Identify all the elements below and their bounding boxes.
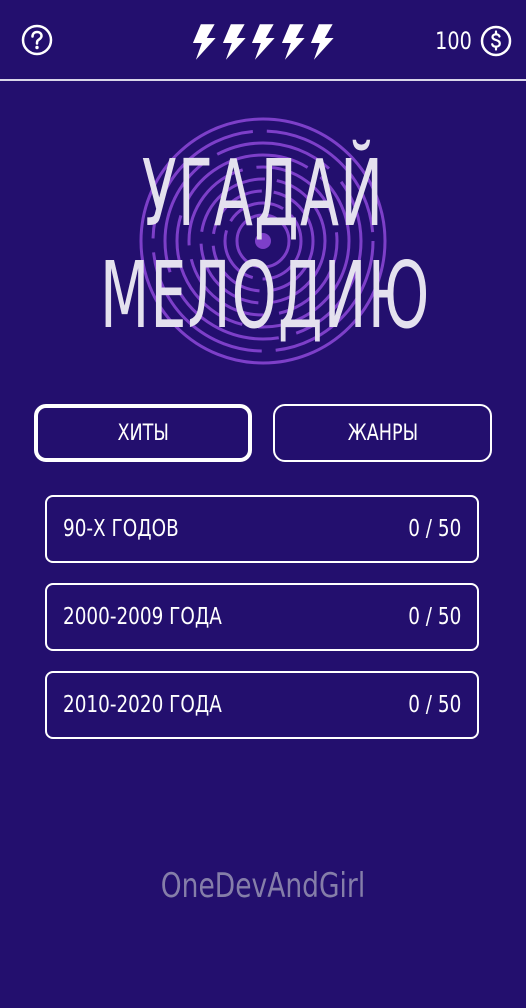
title-line-1: УГАДАЙ xyxy=(141,140,385,247)
category-progress: 0 / 50 xyxy=(407,516,461,542)
lightning-bolt-icon xyxy=(281,24,305,60)
title-line-2: МЕЛОДИЮ xyxy=(99,242,431,349)
lightning-bolt-icon xyxy=(222,24,246,60)
category-progress: 0 / 50 xyxy=(407,692,461,718)
question-circle-icon xyxy=(21,24,53,56)
category-90s[interactable]: 90-Х ГОДОВ 0 / 50 xyxy=(45,495,479,563)
category-label: 90-Х ГОДОВ xyxy=(63,516,179,542)
developer-credit[interactable]: OneDevAndGirl xyxy=(58,866,468,906)
tab-hits[interactable]: ХИТЫ xyxy=(34,404,252,462)
category-2010s[interactable]: 2010-2020 ГОДА 0 / 50 xyxy=(45,671,479,739)
help-button[interactable] xyxy=(21,24,53,56)
lightning-bolt-icon xyxy=(252,24,275,60)
energy-indicator xyxy=(190,23,336,61)
game-logo: УГАДАЙ МЕЛОДИЮ xyxy=(0,100,526,380)
category-progress: 0 / 50 xyxy=(407,604,461,630)
lightning-bolt-icon xyxy=(311,24,334,60)
category-label: 2000-2009 ГОДА xyxy=(63,604,222,630)
tab-genres-label: ЖАНРЫ xyxy=(347,420,418,446)
coin-balance[interactable]: 100 xyxy=(426,22,512,60)
tab-genres[interactable]: ЖАНРЫ xyxy=(273,404,492,462)
header-divider xyxy=(0,79,526,81)
lightning-bolt-icon xyxy=(192,24,216,60)
tab-hits-label: ХИТЫ xyxy=(117,420,169,446)
category-label: 2010-2020 ГОДА xyxy=(63,692,222,718)
category-2000s[interactable]: 2000-2009 ГОДА 0 / 50 xyxy=(45,583,479,651)
dollar-circle-icon xyxy=(480,25,512,57)
coin-count: 100 xyxy=(435,27,472,55)
top-bar: 100 xyxy=(0,0,526,81)
